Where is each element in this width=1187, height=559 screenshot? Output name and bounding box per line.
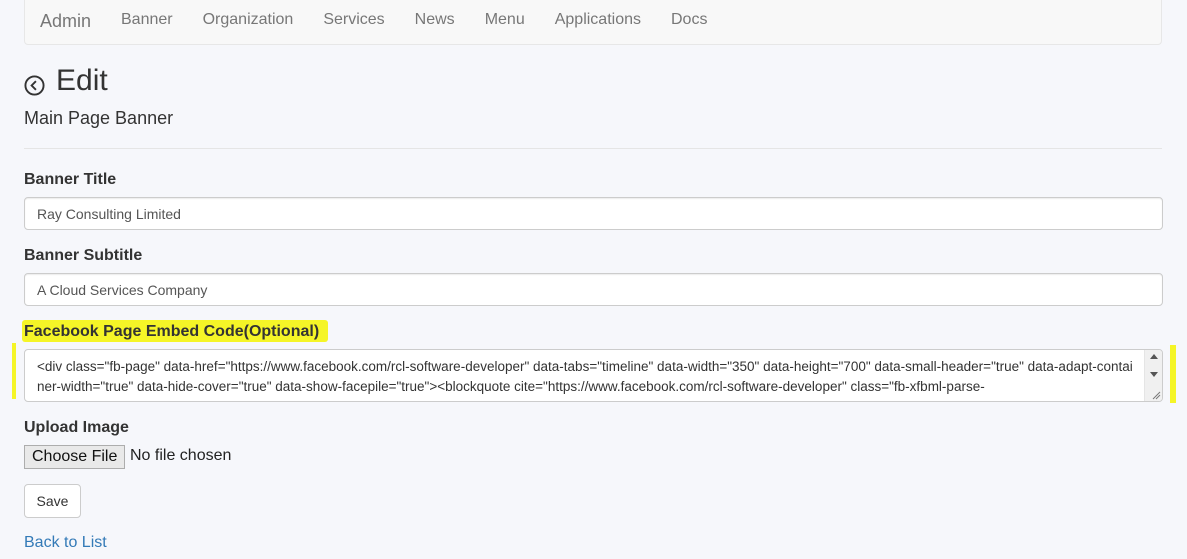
nav-item-news[interactable]: News [415,11,455,29]
file-status: No file chosen [130,447,232,464]
banner-title-input[interactable] [24,197,1163,230]
banner-subtitle-label: Banner Subtitle [24,247,143,264]
nav-links: Banner Organization Services News Menu A… [121,11,737,29]
embed-code-textarea[interactable]: <div class="fb-page" data-href="https://… [24,349,1163,402]
nav-brand[interactable]: Admin [40,11,91,32]
resize-grip-icon[interactable] [1151,390,1161,400]
banner-subtitle-input[interactable] [24,273,1163,306]
top-navbar: Admin Banner Organization Services News … [24,0,1162,45]
upload-image-label: Upload Image [24,419,129,436]
embed-code-text: <div class="fb-page" data-href="https://… [37,359,1133,394]
scroll-up-icon[interactable] [1150,354,1158,359]
choose-file-button[interactable]: Choose File [24,445,126,469]
page-subtitle: Main Page Banner [24,108,174,128]
banner-title-label: Banner Title [24,171,117,188]
highlight-bar-right [1170,345,1176,403]
nav-item-menu[interactable]: Menu [485,11,525,29]
highlight-bar-left [12,343,16,399]
nav-item-services[interactable]: Services [323,11,384,29]
back-arrow-icon[interactable] [24,75,45,96]
nav-item-applications[interactable]: Applications [555,11,641,29]
page-title: Edit [56,64,108,97]
nav-item-banner[interactable]: Banner [121,11,173,29]
nav-item-docs[interactable]: Docs [671,11,707,29]
scroll-down-icon[interactable] [1150,372,1158,377]
back-to-list-link[interactable]: Back to List [24,534,107,552]
embed-code-label: Facebook Page Embed Code(Optional) [24,323,320,340]
save-button[interactable]: Save [24,484,81,518]
divider [24,148,1162,149]
nav-item-organization[interactable]: Organization [203,11,294,29]
